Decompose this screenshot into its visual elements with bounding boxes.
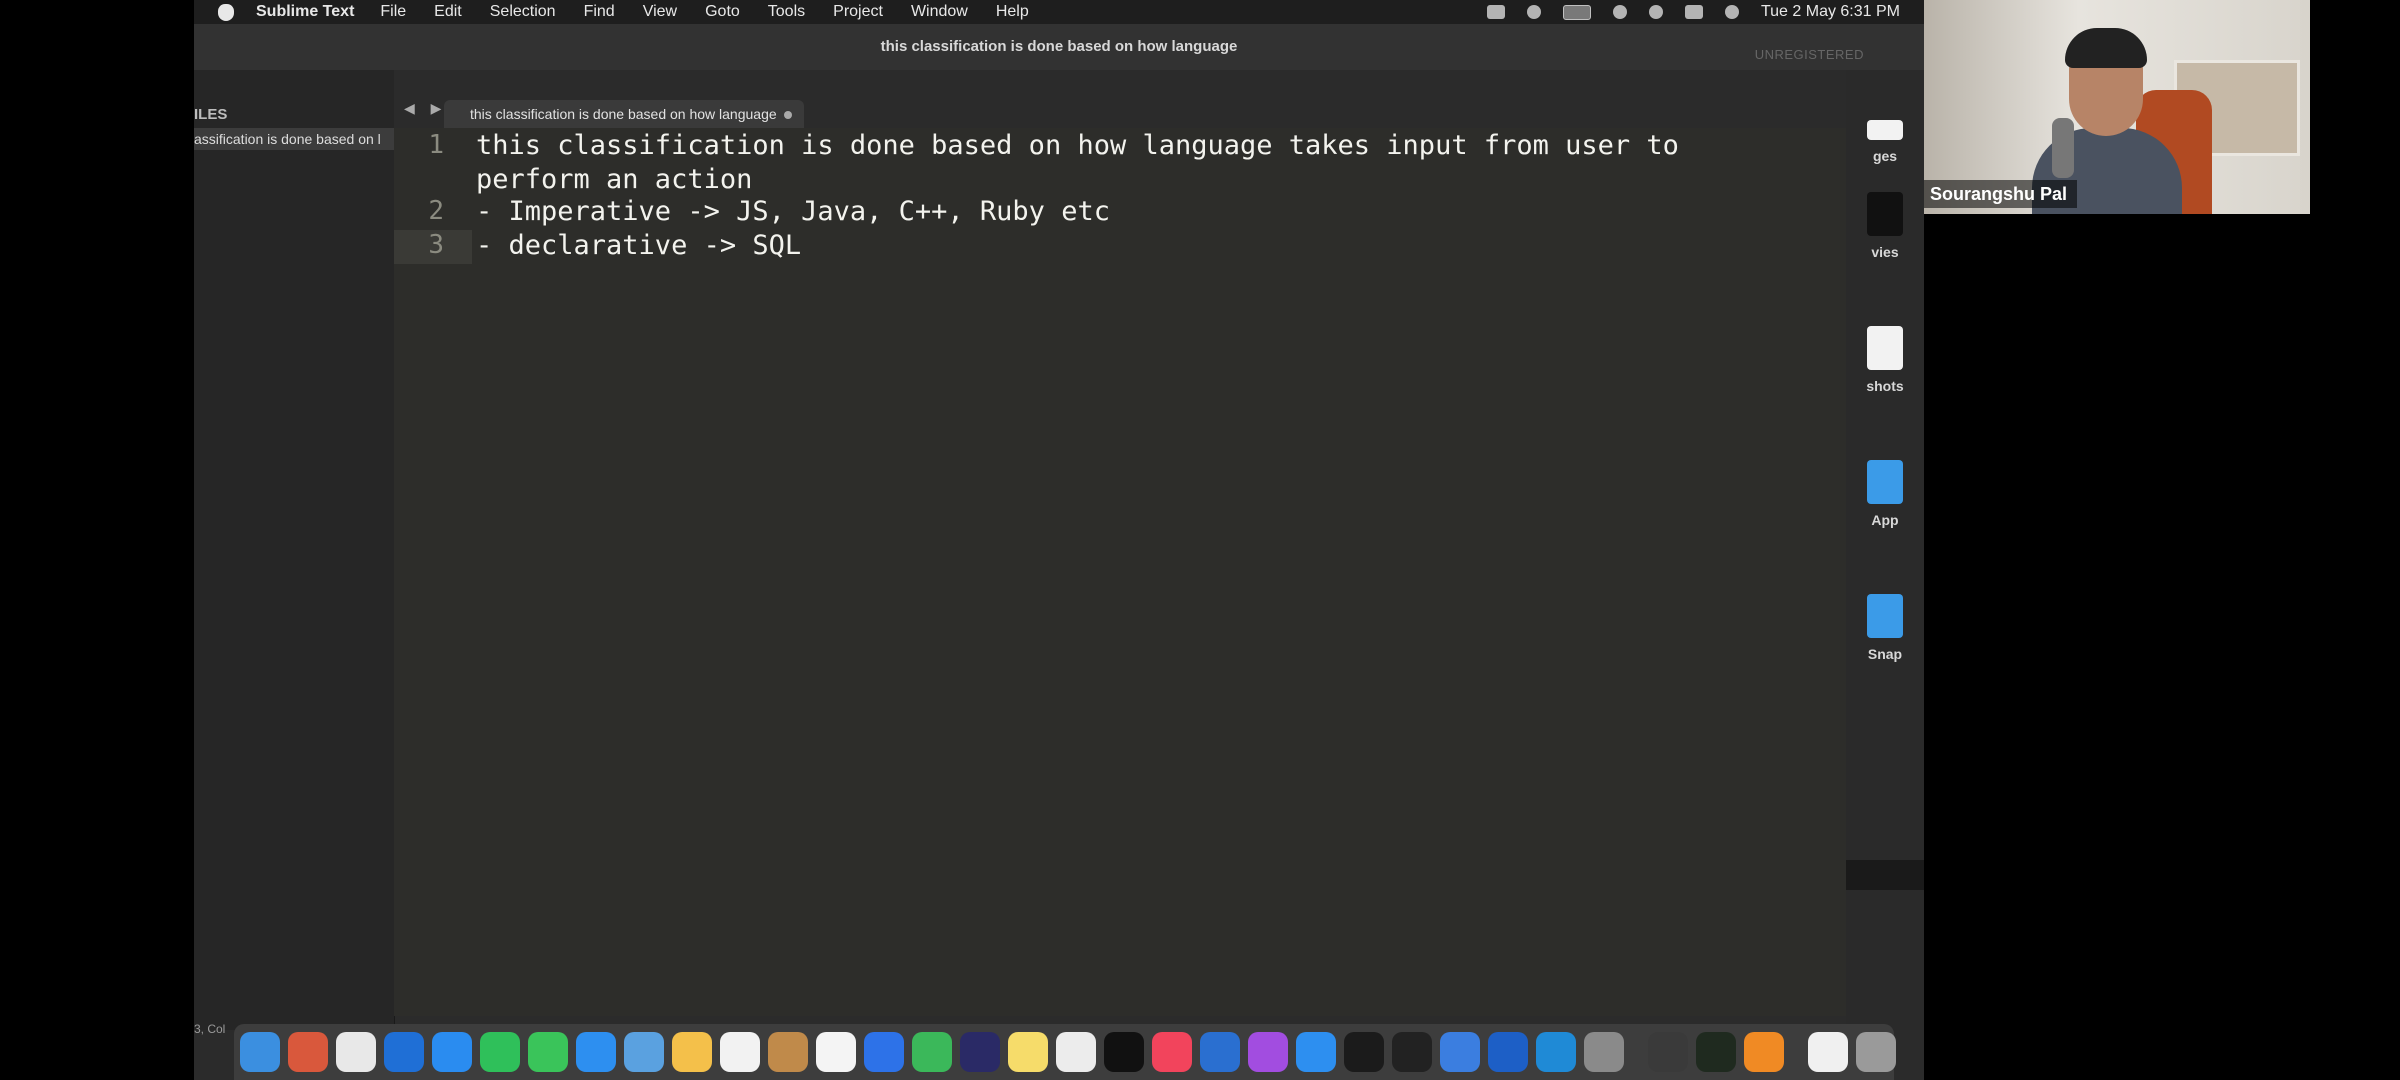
whatsapp-icon[interactable] — [480, 1032, 520, 1072]
webcam-video: Sourangshu Pal — [1924, 0, 2310, 214]
menu-window[interactable]: Window — [911, 3, 968, 21]
menu-view[interactable]: View — [643, 3, 677, 21]
apple-tv-icon[interactable] — [1104, 1032, 1144, 1072]
tab-nav-arrows[interactable]: ◀ ▶ — [404, 100, 447, 117]
downloads-icon[interactable] — [1808, 1032, 1848, 1072]
menu-tools[interactable]: Tools — [768, 3, 805, 21]
launchpad-icon[interactable] — [288, 1032, 328, 1072]
podcasts-icon[interactable] — [1248, 1032, 1288, 1072]
terminal-icon[interactable] — [1344, 1032, 1384, 1072]
freeform-icon[interactable] — [1056, 1032, 1096, 1072]
notes-app-icon[interactable] — [768, 1032, 808, 1072]
unsaved-dot-icon[interactable] — [784, 111, 792, 119]
menu-selection[interactable]: Selection — [490, 3, 556, 21]
desktop-item-snap[interactable]: Snap — [1846, 594, 1924, 662]
desktop-item-app[interactable]: App — [1846, 460, 1924, 528]
image-icon — [1867, 120, 1903, 140]
screen-share: Sublime Text File Edit Selection Find Vi… — [194, 0, 1924, 1080]
unregistered-label: UNREGISTERED — [1754, 47, 1864, 62]
battery-icon[interactable] — [1562, 4, 1591, 20]
trash-icon[interactable] — [1856, 1032, 1896, 1072]
reminders-icon[interactable] — [816, 1032, 856, 1072]
chrome-icon[interactable] — [336, 1032, 376, 1072]
webcam-person-hair — [2065, 28, 2147, 68]
obs-icon[interactable] — [1648, 1032, 1688, 1072]
editor-tab[interactable]: this classification is done based on how… — [444, 100, 804, 128]
document-icon — [1867, 326, 1903, 370]
window-titlebar: this classification is done based on how… — [194, 24, 1924, 71]
finder-icon[interactable] — [240, 1032, 280, 1072]
facetime-icon[interactable] — [912, 1032, 952, 1072]
vscode-icon[interactable] — [1536, 1032, 1576, 1072]
desktop-item-movies[interactable]: vies — [1846, 192, 1924, 260]
word-icon[interactable] — [1488, 1032, 1528, 1072]
macos-menubar: Sublime Text File Edit Selection Find Vi… — [194, 0, 1924, 24]
code-line-wrap[interactable]: perform an action — [476, 164, 752, 195]
menu-find[interactable]: Find — [584, 3, 615, 21]
control-center-icon[interactable] — [1684, 5, 1703, 19]
bluetooth-icon[interactable] — [1526, 5, 1541, 19]
menu-project[interactable]: Project — [833, 3, 883, 21]
sublime-text-icon[interactable] — [1744, 1032, 1784, 1072]
tab-label: this classification is done based on how… — [470, 106, 777, 122]
status-bar-position: 3, Col — [194, 1022, 226, 1036]
desktop-item-label: vies — [1871, 244, 1899, 260]
mail-icon[interactable] — [576, 1032, 616, 1072]
xcode-icon[interactable] — [1440, 1032, 1480, 1072]
line-number: 3 — [428, 230, 444, 260]
line-number: 2 — [428, 196, 444, 226]
desktop-divider — [1846, 860, 1924, 890]
quicktime-icon[interactable] — [1200, 1032, 1240, 1072]
wifi-icon[interactable] — [1612, 5, 1627, 19]
participant-name-tag: Sourangshu Pal — [1924, 180, 2078, 208]
editor-area[interactable]: 1 2 3 this classification is done based … — [394, 128, 1924, 1016]
window-title: this classification is done based on how… — [880, 38, 1238, 55]
calendar-icon[interactable] — [720, 1032, 760, 1072]
apple-icon[interactable] — [218, 3, 234, 21]
siri-icon[interactable] — [1724, 5, 1739, 19]
microphone-icon — [2052, 118, 2074, 178]
desktop-item-label: ges — [1872, 148, 1898, 164]
dock — [234, 1024, 1896, 1080]
menu-file[interactable]: File — [380, 3, 406, 21]
app-menu[interactable]: Sublime Text — [256, 3, 354, 21]
sidebar-heading: ILES — [194, 106, 228, 123]
sidebar: ILES assification is done based on l 3, … — [194, 70, 395, 1036]
sidebar-file-item[interactable]: assification is done based on l — [194, 128, 394, 150]
maps-icon[interactable] — [624, 1032, 664, 1072]
movie-icon — [1867, 192, 1903, 236]
clock[interactable]: Tue 2 May 6:31 PM — [1761, 3, 1900, 21]
menu-help[interactable]: Help — [996, 3, 1029, 21]
music-icon[interactable] — [1152, 1032, 1192, 1072]
notes-icon[interactable] — [1008, 1032, 1048, 1072]
code-line[interactable]: - Imperative -> JS, Java, C++, Ruby etc — [476, 196, 1110, 227]
firefox-icon[interactable] — [384, 1032, 424, 1072]
app-store-icon[interactable] — [1296, 1032, 1336, 1072]
photos-icon[interactable] — [672, 1032, 712, 1072]
desktop-item-label: Snap — [1867, 646, 1903, 662]
code-line[interactable]: - declarative -> SQL — [476, 230, 801, 261]
system-settings-icon[interactable] — [1584, 1032, 1624, 1072]
mongodb-icon[interactable] — [1696, 1032, 1736, 1072]
menu-goto[interactable]: Goto — [705, 3, 740, 21]
desktop-item-images[interactable]: ges — [1846, 120, 1924, 164]
code-line[interactable]: this classification is done based on how… — [476, 130, 1679, 161]
status-area: Tue 2 May 6:31 PM — [1486, 0, 1900, 24]
desktop-item-label: App — [1871, 512, 1899, 528]
imovie-icon[interactable] — [960, 1032, 1000, 1072]
safari-icon[interactable] — [432, 1032, 472, 1072]
zoom-icon[interactable] — [864, 1032, 904, 1072]
folder-icon — [1867, 460, 1903, 504]
menu-edit[interactable]: Edit — [434, 3, 462, 21]
desktop-icons-strip: ges vies shots App Snap — [1846, 70, 1924, 1030]
iterm-icon[interactable] — [1392, 1032, 1432, 1072]
search-icon[interactable] — [1648, 5, 1663, 19]
line-number: 1 — [428, 130, 444, 160]
desktop-item-screenshots[interactable]: shots — [1846, 326, 1924, 394]
messages-icon[interactable] — [528, 1032, 568, 1072]
tab-bar: ◀ ▶ this classification is done based on… — [394, 70, 1924, 130]
screen-mirroring-icon[interactable] — [1486, 5, 1505, 19]
folder-icon — [1867, 594, 1903, 638]
desktop-item-label: shots — [1866, 378, 1904, 394]
